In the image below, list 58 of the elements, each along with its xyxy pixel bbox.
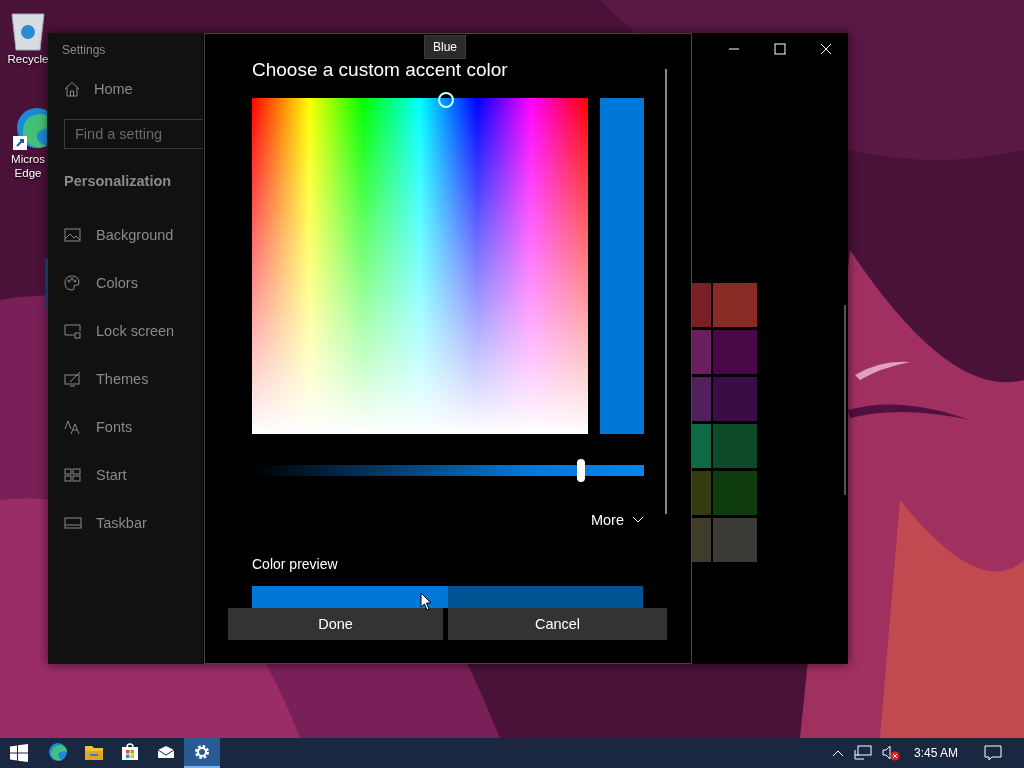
section-heading: Personalization: [64, 173, 173, 189]
close-icon[interactable]: [820, 43, 832, 55]
settings-taskbar-button[interactable]: [184, 738, 220, 768]
color-swatch[interactable]: [691, 377, 711, 421]
home-link[interactable]: Home: [45, 73, 203, 105]
chevron-up-icon[interactable]: [831, 749, 844, 757]
clock[interactable]: 3:45 AM: [913, 746, 958, 760]
scrollbar[interactable]: [844, 305, 846, 495]
color-swatch[interactable]: [713, 377, 757, 421]
background-icon: [64, 227, 82, 243]
chevron-down-icon: [632, 516, 644, 524]
color-swatch[interactable]: [691, 518, 711, 562]
maximize-icon[interactable]: [774, 43, 786, 55]
notification-icon[interactable]: [984, 745, 1002, 761]
nav-item[interactable]: Lock screen: [45, 307, 203, 355]
more-button[interactable]: More: [590, 512, 644, 528]
edge-icon: [48, 742, 68, 762]
taskbar-icon: [64, 515, 82, 531]
cursor-icon: [420, 592, 432, 611]
themes-icon: [64, 371, 82, 387]
picker-handle[interactable]: [438, 92, 454, 108]
nav-item[interactable]: Fonts: [45, 403, 203, 451]
start-icon[interactable]: [10, 744, 28, 762]
network-icon[interactable]: [853, 745, 872, 761]
color-spectrum[interactable]: [252, 98, 588, 434]
window-title: Settings: [62, 43, 107, 57]
section-label: Color preview: [252, 556, 338, 572]
scrollbar[interactable]: [665, 69, 667, 514]
muted-speaker-icon[interactable]: [881, 745, 900, 761]
folder-icon: [84, 743, 104, 761]
cancel-button[interactable]: Cancel: [448, 608, 667, 640]
color-swatch[interactable]: [713, 518, 757, 562]
nav-item[interactable]: Themes: [45, 355, 203, 403]
lock-icon: [64, 323, 82, 339]
settings-icon: [193, 743, 211, 761]
color-swatch[interactable]: [713, 283, 757, 327]
color-swatch[interactable]: [713, 471, 757, 515]
store-icon: [121, 743, 139, 761]
nav-item[interactable]: Taskbar: [45, 499, 203, 547]
nav-item[interactable]: Start: [45, 451, 203, 499]
color-swatch[interactable]: [691, 330, 711, 374]
dialog-title: Choose a custom accent color: [252, 58, 508, 82]
color-swatch[interactable]: [691, 471, 711, 515]
color-swatch[interactable]: [691, 424, 711, 468]
tooltip: Blue: [424, 35, 467, 59]
start-icon: [64, 467, 82, 483]
color-swatch[interactable]: [691, 283, 711, 327]
desktop-icon-label: Recycle: [6, 52, 50, 66]
nav-item[interactable]: Background: [45, 211, 203, 259]
fonts-icon: [64, 419, 82, 435]
done-button[interactable]: Done: [228, 608, 443, 640]
mail-icon: [157, 745, 175, 759]
color-swatch[interactable]: [713, 424, 757, 468]
home-icon: [64, 81, 80, 97]
color-swatch[interactable]: [713, 330, 757, 374]
colors-icon: [64, 275, 82, 291]
desktop-icon-label: Micros Edge: [10, 152, 46, 180]
search-field[interactable]: Find a setting: [64, 119, 203, 149]
